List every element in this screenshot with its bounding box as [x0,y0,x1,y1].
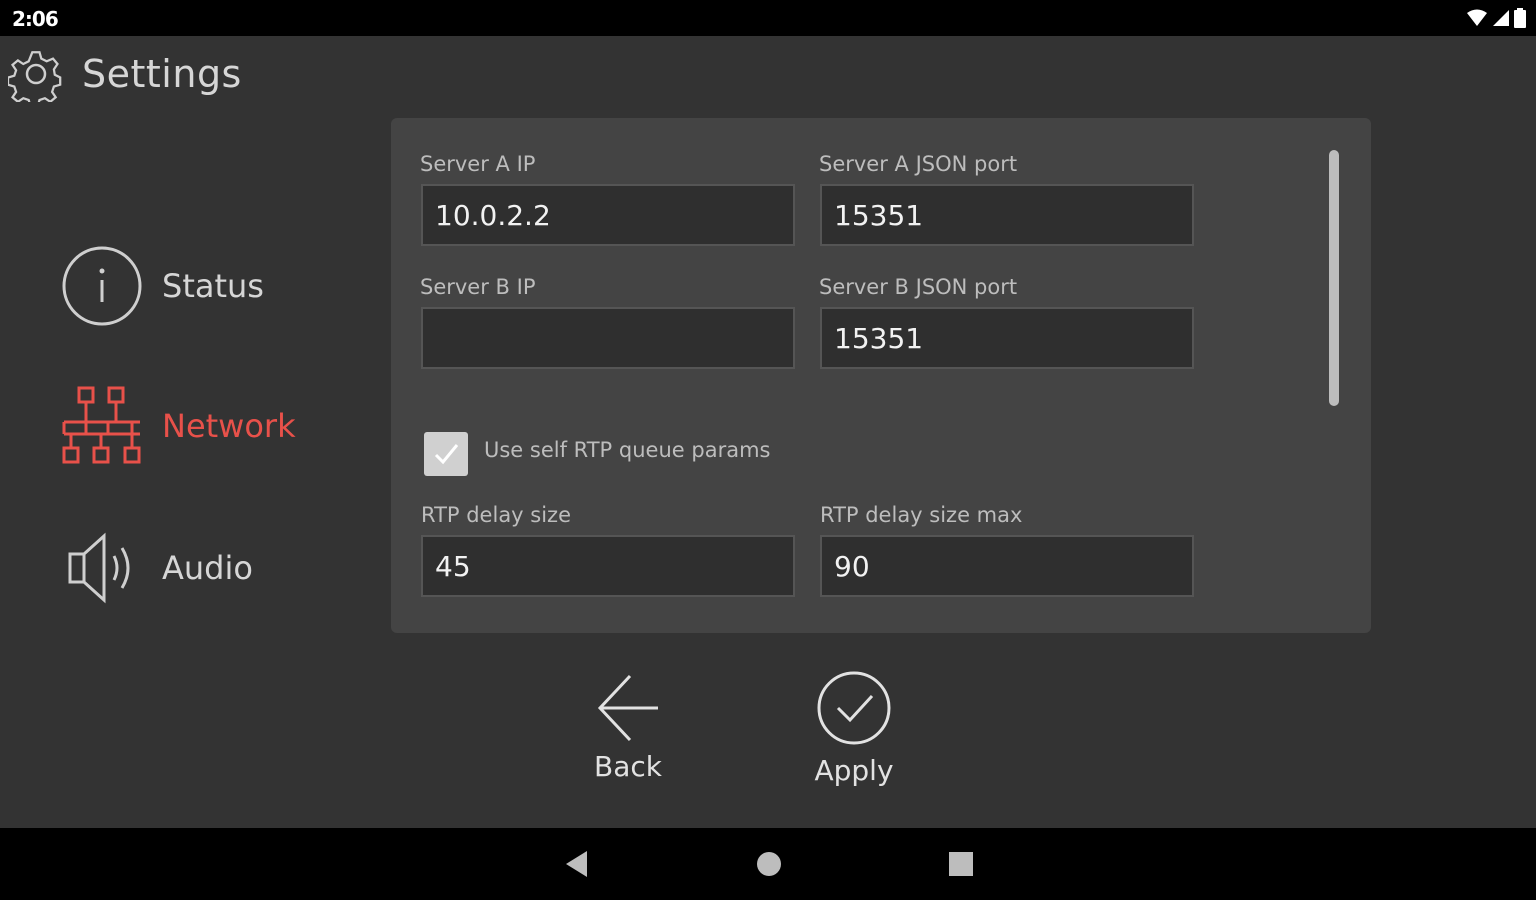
use-self-rtp-label: Use self RTP queue params [484,438,771,462]
checkmark-icon [434,444,459,465]
status-time: 2:06 [12,7,59,31]
page-header: Settings [8,44,242,104]
status-bar: 2:06 [0,0,1536,36]
rtp-delay-size-max-label: RTP delay size max [820,503,1023,527]
wifi-icon [1467,9,1487,26]
system-nav-bar [0,828,1536,900]
sidebar-item-status[interactable]: Status [60,244,264,328]
sidebar-item-audio[interactable]: Audio [60,526,253,610]
page-title: Settings [82,52,242,96]
server-a-port-input[interactable]: 15351 [820,184,1194,246]
rtp-delay-size-max-input[interactable]: 90 [820,535,1194,597]
back-label: Back [594,750,662,783]
status-icons [1466,7,1526,29]
apply-label: Apply [814,754,894,787]
sidebar-item-label: Audio [162,549,253,587]
server-a-port-label: Server A JSON port [819,152,1018,176]
server-b-port-input[interactable]: 15351 [820,307,1194,369]
sidebar-item-label: Status [162,267,264,305]
speaker-icon [68,532,130,604]
info-icon [62,246,142,326]
server-a-ip-input[interactable]: 10.0.2.2 [421,184,795,246]
apply-button[interactable]: Apply [814,668,894,787]
network-icon [62,386,141,464]
sidebar-item-network[interactable]: Network [60,384,296,468]
rtp-delay-size-input[interactable]: 45 [421,535,795,597]
home-circle-icon[interactable] [755,848,783,880]
server-b-ip-input[interactable] [421,307,795,369]
check-circle-icon [817,671,891,745]
arrow-left-icon [597,674,658,742]
signal-icon [1493,10,1509,26]
rtp-delay-size-label: RTP delay size [421,503,572,527]
server-b-port-label: Server B JSON port [819,275,1018,299]
recents-square-icon[interactable] [947,848,975,880]
network-settings-panel: Server A IP 10.0.2.2 Server A JSON port … [391,118,1371,633]
use-self-rtp-checkbox[interactable] [424,432,468,476]
scrollbar-thumb[interactable] [1329,150,1339,406]
gear-icon [8,51,62,102]
server-a-ip-label: Server A IP [420,152,536,176]
back-button[interactable]: Back [590,668,666,783]
battery-icon [1514,8,1526,28]
server-b-ip-label: Server B IP [420,275,536,299]
sidebar-item-label: Network [162,407,296,445]
back-triangle-icon[interactable] [563,848,589,880]
